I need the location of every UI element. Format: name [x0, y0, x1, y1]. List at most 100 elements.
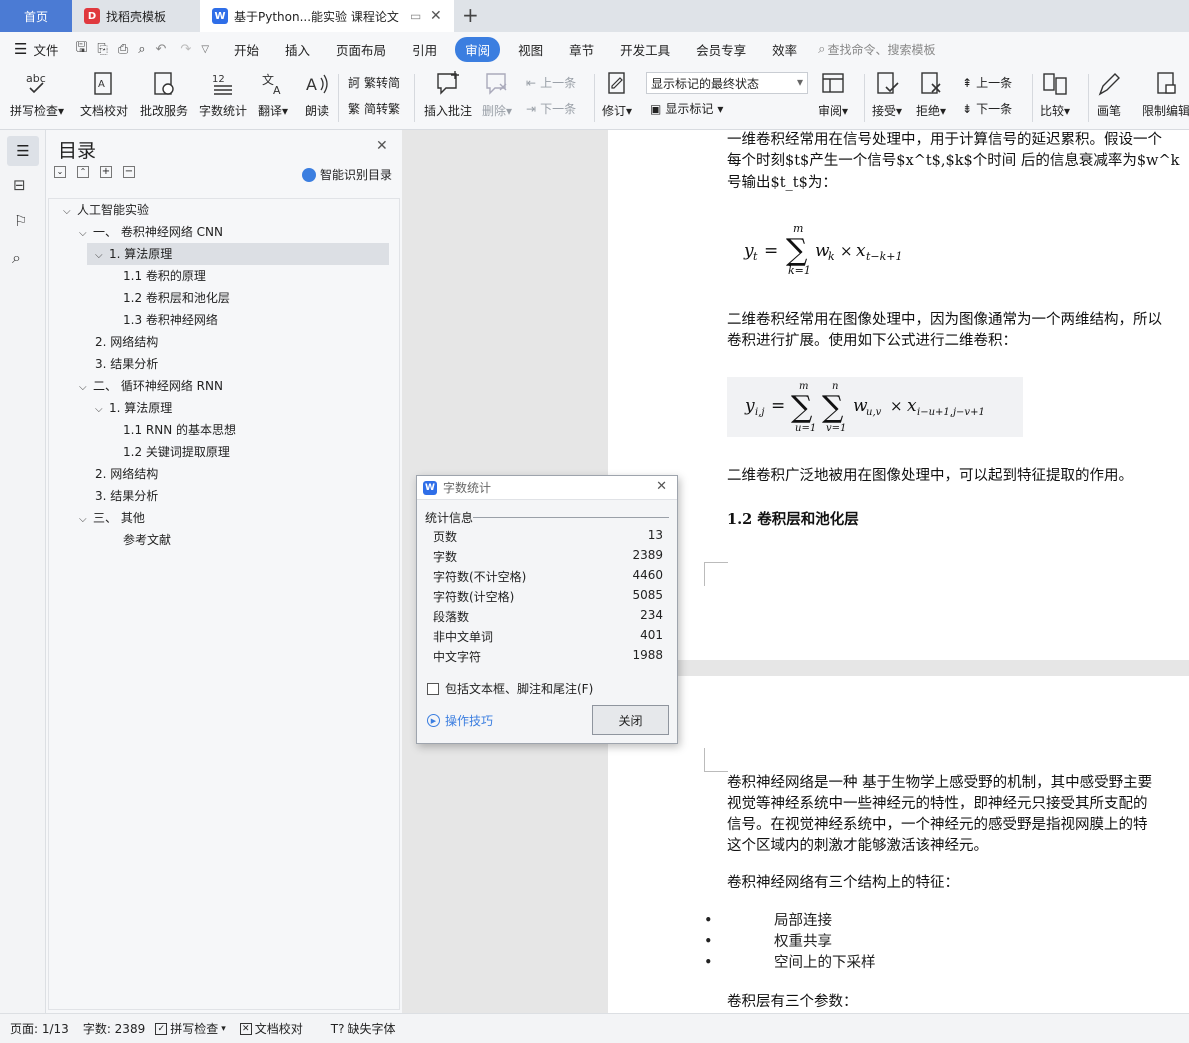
expand-all-icon[interactable]: ⌄: [54, 166, 66, 178]
menu-view[interactable]: 视图: [518, 40, 543, 59]
print-icon[interactable]: ⎙: [118, 42, 128, 57]
tab-templates[interactable]: D 找稻壳模板: [74, 0, 198, 32]
insert-comment-label: 插入批注: [424, 104, 473, 118]
more-quick-icon[interactable]: ▽: [201, 44, 209, 55]
missing-font-status[interactable]: T? 缺失字体: [331, 1020, 396, 1037]
dialog-close-icon[interactable]: ✕: [656, 479, 667, 494]
document-page[interactable]: 卷积神经网络是一种 基于生物学上感受野的机制，其中感受野主要 视觉等神经系统中一…: [608, 676, 1189, 1013]
toc-item[interactable]: 1.1 卷积的原理: [49, 265, 389, 287]
find-icon[interactable]: ⌕: [12, 248, 21, 268]
spell-check-status[interactable]: ✓ 拼写检查 ▾: [155, 1020, 226, 1037]
chevron-down-icon[interactable]: ⌵: [79, 377, 93, 399]
read-aloud-button[interactable]: A 朗读: [304, 70, 330, 119]
spell-check-button[interactable]: abc 拼写检查▾: [10, 70, 64, 119]
menu-chapter[interactable]: 章节: [569, 40, 594, 59]
preview-icon[interactable]: ⌕: [138, 42, 145, 57]
menu-efficiency[interactable]: 效率: [772, 40, 797, 59]
tips-link[interactable]: ▶ 操作技巧: [427, 712, 493, 729]
add-heading-icon[interactable]: +: [100, 166, 112, 178]
checkbox-box[interactable]: [427, 682, 439, 695]
toc-item[interactable]: 1.1 RNN 的基本思想: [49, 419, 389, 441]
menu-references[interactable]: 引用: [412, 40, 437, 59]
track-changes-button[interactable]: 修订▾: [602, 70, 632, 119]
close-button[interactable]: 关闭: [592, 705, 669, 735]
markup-state-select[interactable]: 显示标记的最终状态 ▾: [646, 72, 808, 94]
insert-comment-button[interactable]: 插入批注: [424, 70, 472, 119]
reject-button[interactable]: 拒绝▾: [916, 70, 946, 119]
toc-item[interactable]: ⌵ 二、 循环神经网络 RNN: [49, 375, 389, 397]
toc-item[interactable]: ⌵ 人工智能实验: [49, 199, 389, 221]
prev-comment-button[interactable]: ⇤ 上一条: [526, 74, 576, 91]
checkbox-label: 包括文本框、脚注和尾注(F): [445, 682, 594, 696]
chevron-down-icon[interactable]: ⌵: [95, 399, 109, 421]
toc-item[interactable]: 1.2 卷积层和池化层: [49, 287, 389, 309]
menu-review[interactable]: 审阅: [455, 36, 501, 62]
chevron-down-icon[interactable]: ⌵: [63, 201, 77, 223]
page-indicator[interactable]: 页面: 1/13: [10, 1020, 69, 1037]
doc-proof-button[interactable]: A 文档校对: [80, 70, 128, 119]
undo-icon[interactable]: ↶: [156, 42, 167, 57]
close-tab-icon[interactable]: ✕: [430, 8, 442, 24]
check-icon: ✓: [155, 1022, 168, 1035]
menu-developer[interactable]: 开发工具: [620, 40, 670, 59]
simp-to-trad-button[interactable]: 繁简转繁: [348, 100, 400, 117]
menu-page-layout[interactable]: 页面布局: [336, 40, 386, 59]
tab-document[interactable]: W 基于Python...能实验 课程论文 ▭ ✕: [200, 0, 454, 32]
bookmark-icon[interactable]: ⚐: [14, 212, 27, 230]
toc-panel-icon[interactable]: ☰: [7, 136, 39, 166]
menu-insert[interactable]: 插入: [285, 40, 310, 59]
close-icon[interactable]: ✕: [376, 138, 388, 154]
command-search-input[interactable]: 查找命令、搜索模板: [827, 41, 935, 58]
toc-item[interactable]: 3. 结果分析: [49, 353, 389, 375]
menu-file[interactable]: 文件: [33, 40, 58, 59]
restrict-edit-button[interactable]: 限制编辑: [1142, 70, 1189, 119]
hamburger-icon[interactable]: ☰: [14, 40, 27, 58]
next-change-button[interactable]: ⇟ 下一条: [962, 100, 1012, 117]
toc-item[interactable]: 3. 结果分析: [49, 485, 389, 507]
compare-button[interactable]: 比较▾: [1040, 70, 1070, 119]
translate-button[interactable]: 文A 翻译▾: [258, 70, 288, 119]
accept-button[interactable]: 接受▾: [872, 70, 902, 119]
word-count-button[interactable]: 12 字数统计: [199, 70, 247, 119]
document-page[interactable]: 一维卷积经常用在信号处理中，用于计算信号的延迟累积。假设一个 每个时刻$t$产生…: [608, 130, 1189, 660]
menu-membership[interactable]: 会员专享: [696, 40, 746, 59]
pin-icon[interactable]: ▭: [410, 9, 421, 23]
toc-item[interactable]: ⌵ 三、 其他: [49, 507, 389, 529]
batch-service-button[interactable]: 批改服务: [140, 70, 188, 119]
chapter-nav-icon[interactable]: ⊟: [13, 176, 26, 194]
trad-to-simp-button[interactable]: 訶繁转简: [348, 74, 400, 91]
show-markup-button[interactable]: ▣ 显示标记 ▾: [650, 100, 723, 117]
remove-heading-icon[interactable]: −: [123, 166, 135, 178]
toc-item[interactable]: 参考文献: [49, 529, 389, 551]
include-textbox-checkbox[interactable]: 包括文本框、脚注和尾注(F): [427, 680, 593, 697]
toc-item[interactable]: 1.2 关键词提取原理: [49, 441, 389, 463]
menu-home[interactable]: 开始: [234, 40, 259, 59]
pen-button[interactable]: 画笔: [1096, 70, 1122, 119]
docer-icon: D: [84, 8, 100, 24]
redo-icon[interactable]: ↷: [180, 42, 191, 57]
delete-comment-button[interactable]: 删除▾: [482, 70, 512, 119]
next-comment-button[interactable]: ⇥ 下一条: [526, 100, 576, 117]
doc-proof-status[interactable]: ✕ 文档校对: [239, 1020, 303, 1037]
word-count-indicator[interactable]: 字数: 2389: [83, 1020, 145, 1037]
toc-item[interactable]: 1.3 卷积神经网络: [49, 309, 389, 331]
new-tab-icon[interactable]: +: [462, 3, 479, 27]
next-comment-icon: ⇥: [526, 101, 537, 116]
tab-home[interactable]: 首页: [0, 0, 72, 32]
review-pane-button[interactable]: 审阅▾: [818, 70, 848, 119]
prev-change-button[interactable]: ⇞ 上一条: [962, 74, 1012, 91]
toc-item[interactable]: 2. 网络结构: [49, 331, 389, 353]
toc-item[interactable]: ⌵ 1. 算法原理: [87, 243, 389, 265]
chevron-down-icon[interactable]: ⌵: [79, 509, 93, 531]
chevron-down-icon[interactable]: ⌵: [95, 245, 109, 267]
smart-recognize-button[interactable]: 智能识别目录: [302, 166, 392, 183]
svg-text:t−k+1: t−k+1: [866, 250, 903, 263]
toc-item[interactable]: ⌵ 1. 算法原理: [49, 397, 389, 419]
toc-item[interactable]: ⌵ 一、 卷积神经网络 CNN: [49, 221, 389, 243]
toc-item[interactable]: 2. 网络结构: [49, 463, 389, 485]
collapse-all-icon[interactable]: ⌃: [77, 166, 89, 178]
save-icon[interactable]: 🖫: [75, 37, 87, 61]
chevron-down-icon[interactable]: ⌵: [79, 223, 93, 245]
dialog-titlebar[interactable]: W 字数统计 ✕: [417, 476, 677, 500]
export-icon[interactable]: ⎘: [97, 42, 107, 57]
